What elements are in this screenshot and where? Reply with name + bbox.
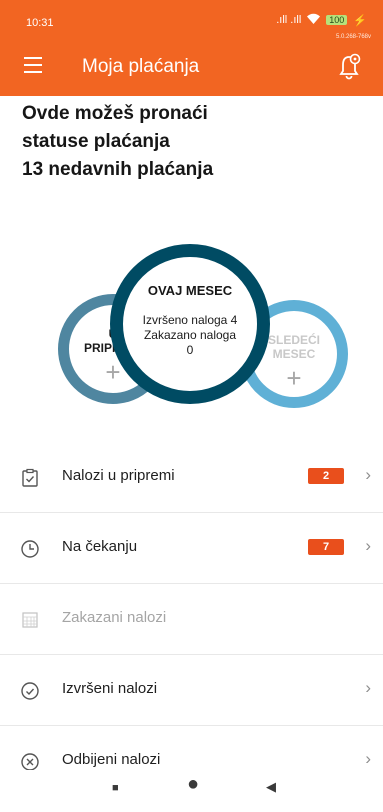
status-icons: .ıll .ıll 100 ⚡ <box>276 13 367 27</box>
notification-settings-icon[interactable] <box>339 52 361 80</box>
calendar-icon <box>20 610 40 630</box>
status-bar: 10:31 .ıll .ıll 100 ⚡ 5.0.268-768v <box>0 0 383 40</box>
status-time: 10:31 <box>26 17 54 29</box>
chevron-right-icon: › <box>365 536 371 555</box>
charging-icon: ⚡ <box>353 14 367 27</box>
scheduled-orders-label: Zakazano naloga <box>143 328 237 342</box>
executed-orders-count: Izvršeno naloga 4 <box>142 313 238 327</box>
system-nav-bar: ■ ● ◀ <box>0 770 383 812</box>
menu-icon[interactable] <box>24 57 42 73</box>
x-circle-icon <box>20 752 40 772</box>
headline: Ovde možeš pronaći statuse plaćanja 13 n… <box>22 100 362 184</box>
check-circle-icon <box>20 681 40 701</box>
app-bar: Moja plaćanja <box>0 40 383 96</box>
headline-line-1: Ovde možeš pronaći <box>22 103 208 124</box>
clock-icon <box>20 539 40 559</box>
list-item-scheduled-orders: Zakazani nalozi <box>0 584 383 655</box>
signal-icon: .ıll .ıll <box>276 14 302 26</box>
battery-icon: 100 <box>326 15 348 25</box>
scheduled-orders-count: 0 <box>186 343 194 357</box>
list-item-label: Na čekanju <box>62 538 138 555</box>
chevron-right-icon: › <box>365 678 371 697</box>
payment-status-list: Nalozi u pripremi 2 › Na čekanju 7 › Zak… <box>0 442 383 797</box>
list-item-label: Nalozi u pripremi <box>62 467 175 484</box>
this-month-circle[interactable]: OVAJ MESEC Izvršeno naloga 4 Zakazano na… <box>110 244 270 404</box>
page-title: Moja plaćanja <box>82 56 200 77</box>
back-button[interactable]: ◀ <box>266 779 276 795</box>
chevron-right-icon: › <box>365 749 371 768</box>
headline-line-2: statuse plaćanja <box>22 131 170 152</box>
this-month-title: OVAJ MESEC <box>147 283 233 298</box>
recent-payments-count: 13 nedavnih plaćanja <box>22 159 214 180</box>
list-item-label: Izvršeni nalozi <box>62 680 158 697</box>
count-badge: 2 <box>308 468 344 484</box>
recents-button[interactable]: ■ <box>112 782 119 794</box>
list-item-pending[interactable]: Na čekanju 7 › <box>0 513 383 584</box>
home-button[interactable]: ● <box>187 773 199 796</box>
period-circles: U PRIPREMI + SLEDEĆI MESEC + OVAJ MESEC … <box>0 220 383 420</box>
count-badge: 7 <box>308 539 344 555</box>
add-icon[interactable]: + <box>251 363 337 394</box>
list-item-orders-in-preparation[interactable]: Nalozi u pripremi 2 › <box>0 442 383 513</box>
list-item-label: Zakazani nalozi <box>62 609 167 626</box>
list-item-label: Odbijeni nalozi <box>62 751 161 768</box>
list-item-executed-orders[interactable]: Izvršeni nalozi › <box>0 655 383 726</box>
clipboard-check-icon <box>20 468 40 488</box>
chevron-right-icon: › <box>365 465 371 484</box>
wifi-icon <box>307 13 321 27</box>
